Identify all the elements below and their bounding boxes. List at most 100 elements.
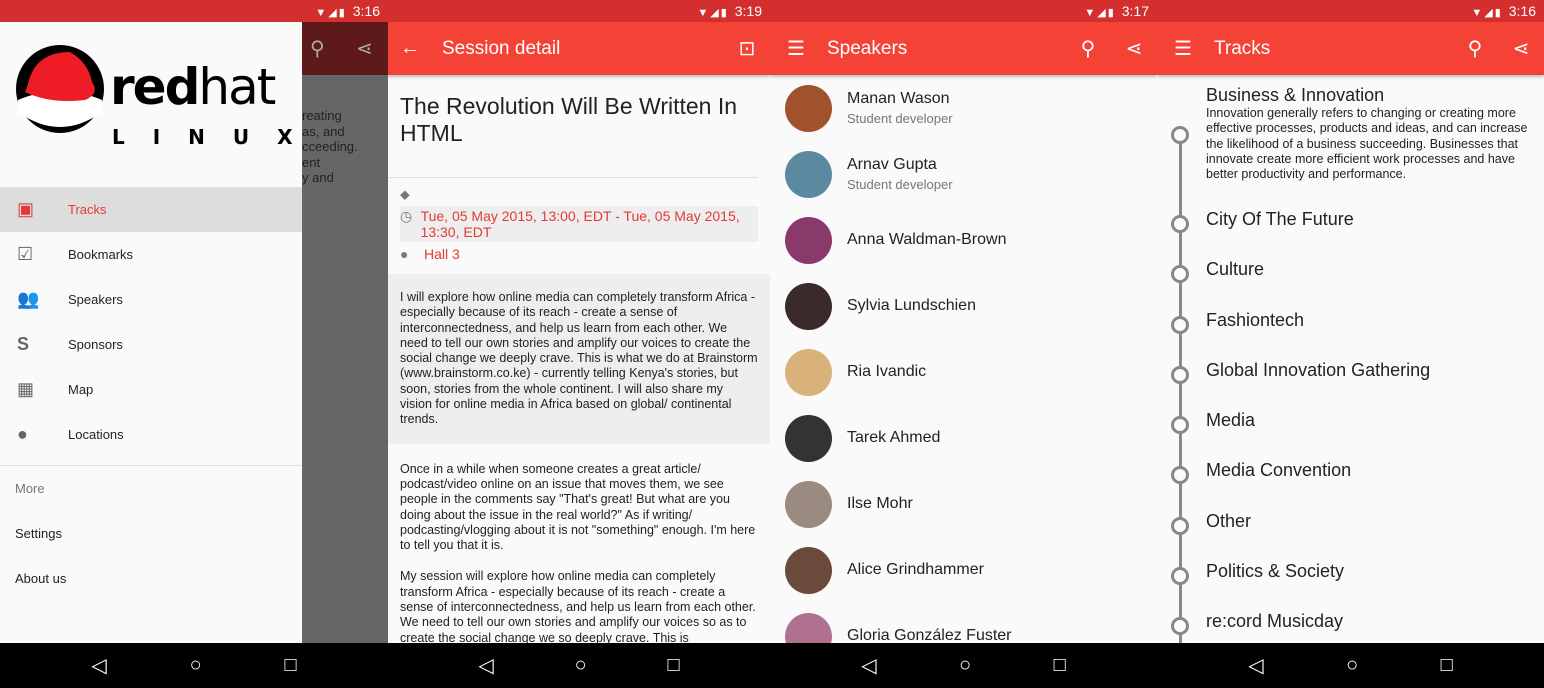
system-navbar: ◁ ○ □ xyxy=(0,643,388,688)
menu-icon[interactable]: ☰ xyxy=(1157,36,1209,61)
avatar xyxy=(785,282,832,330)
share-icon[interactable]: ⋖ xyxy=(1498,36,1544,61)
speaker-item[interactable]: Gloria González Fuster xyxy=(770,603,1157,643)
avatar xyxy=(785,612,832,643)
panel-session-detail: ▼◢▮ 3:19 ← Session detail ⊡ The Revolutio… xyxy=(388,0,770,688)
bookmark-add-icon[interactable]: ⊡ xyxy=(724,36,770,61)
search-icon[interactable]: ⚲ xyxy=(1065,36,1111,61)
more-header: More xyxy=(15,481,45,496)
status-bar: ▼◢▮ 3:19 xyxy=(388,0,770,22)
back-icon[interactable]: ◁ xyxy=(1248,653,1263,678)
recents-icon[interactable]: □ xyxy=(1054,654,1066,677)
track-name: Culture xyxy=(1206,259,1265,280)
timeline-dot xyxy=(1171,567,1189,586)
track-description: Innovation generally refers to changing … xyxy=(1206,106,1528,182)
timeline-dot xyxy=(1171,215,1189,233)
calendar-icon: ▣ xyxy=(17,199,35,219)
tag-icon: ⬥ xyxy=(400,186,410,202)
clock-icon: ◷ xyxy=(400,208,413,224)
avatar xyxy=(785,348,832,396)
signal-battery-icons: ▼◢▮ xyxy=(1471,7,1503,19)
track-item[interactable]: Politics & Society xyxy=(1157,561,1544,611)
search-icon[interactable]: ⚲ xyxy=(1452,36,1498,61)
drawer-item-bookmarks[interactable]: ☑ Bookmarks xyxy=(0,232,302,277)
speaker-item[interactable]: Alice Grindhammer xyxy=(770,537,1157,603)
home-icon[interactable]: ○ xyxy=(575,654,587,677)
drawer-item-sponsors[interactable]: S Sponsors xyxy=(0,322,302,367)
track-name: Business & Innovation xyxy=(1206,85,1385,105)
home-icon[interactable]: ○ xyxy=(190,654,202,677)
track-item[interactable]: Fashiontech xyxy=(1157,310,1544,360)
track-item[interactable]: re:cord Musicday xyxy=(1157,611,1544,643)
track-item[interactable]: Global Innovation Gathering xyxy=(1157,360,1544,410)
page-title: Tracks xyxy=(1214,37,1271,59)
drawer-item-map[interactable]: ▦ Map xyxy=(0,367,302,412)
speaker-item[interactable]: Ria Ivandic xyxy=(770,339,1157,405)
drawer-item-label: Map xyxy=(68,382,94,397)
session-datetime: Tue, 05 May 2015, 13:00, EDT - Tue, 05 M… xyxy=(420,208,740,240)
home-icon[interactable]: ○ xyxy=(959,654,971,677)
app-bar: ☰ Speakers ⚲ ⋖ xyxy=(770,22,1157,75)
speaker-name: Gloria González Fuster xyxy=(847,627,1012,643)
drawer-item-label: Bookmarks xyxy=(68,247,134,262)
drawer-item-about[interactable]: About us xyxy=(0,556,302,601)
system-navbar: ◁ ○ □ xyxy=(388,643,770,688)
back-icon[interactable]: ◁ xyxy=(478,653,493,678)
back-arrow-icon[interactable]: ← xyxy=(388,37,432,60)
clock: 3:17 xyxy=(1121,3,1149,19)
track-item[interactable]: Media xyxy=(1157,410,1544,460)
speaker-item[interactable]: Manan Wason Student developer xyxy=(770,75,1157,141)
recents-icon[interactable]: □ xyxy=(667,654,679,677)
speaker-item[interactable]: Sylvia Lundschien xyxy=(770,273,1157,339)
recents-icon[interactable]: □ xyxy=(284,654,296,677)
speaker-item[interactable]: Ilse Mohr xyxy=(770,471,1157,537)
scrim[interactable]: ⚲ ⋖ reating as, and cceeding. ent y and xyxy=(302,22,388,643)
speaker-name: Ria Ivandic xyxy=(847,363,927,380)
clock: 3:16 xyxy=(1508,3,1536,19)
timeline-dot xyxy=(1171,516,1189,535)
system-navbar: ◁ ○ □ xyxy=(770,643,1157,688)
people-icon: 👥 xyxy=(17,289,40,309)
share-icon: ⋖ xyxy=(356,38,373,60)
speaker-name: Tarek Ahmed xyxy=(847,429,941,446)
drawer-item-locations[interactable]: ● Locations xyxy=(0,412,302,457)
bookmark-check-icon: ☑ xyxy=(17,244,34,264)
system-navbar: ◁ ○ □ xyxy=(1157,643,1544,688)
session-location[interactable]: Hall 3 xyxy=(424,246,460,262)
clock: 3:19 xyxy=(734,3,762,19)
track-item[interactable]: Media Convention xyxy=(1157,460,1544,510)
drawer-item-tracks[interactable]: ▣ Tracks xyxy=(0,187,302,232)
track-item[interactable]: Business & Innovation Innovation generall… xyxy=(1157,75,1544,209)
track-name: Media xyxy=(1206,410,1256,431)
drawer-item-label: Sponsors xyxy=(68,337,123,352)
track-name: Global Innovation Gathering xyxy=(1206,359,1431,380)
track-item[interactable]: Other xyxy=(1157,511,1544,561)
speaker-item[interactable]: Arnav Gupta Student developer xyxy=(770,141,1157,207)
track-item[interactable]: Culture xyxy=(1157,259,1544,309)
redhat-logo-image: redhat LINUX xyxy=(16,45,293,149)
speaker-item[interactable]: Tarek Ahmed xyxy=(770,405,1157,471)
share-icon[interactable]: ⋖ xyxy=(1111,36,1157,61)
back-icon[interactable]: ◁ xyxy=(91,653,106,678)
location-pin-icon: ● xyxy=(400,246,409,262)
speaker-role: Student developer xyxy=(847,111,953,126)
timeline-dot xyxy=(1171,416,1189,435)
back-icon[interactable]: ◁ xyxy=(861,653,876,678)
recents-icon[interactable]: □ xyxy=(1441,654,1453,677)
drawer-item-settings[interactable]: Settings xyxy=(0,511,302,556)
menu-icon[interactable]: ☰ xyxy=(770,36,822,61)
home-icon[interactable]: ○ xyxy=(1346,654,1358,677)
svg-text:redhat: redhat xyxy=(110,58,276,116)
dollar-icon: S xyxy=(17,334,30,354)
drawer-item-speakers[interactable]: 👥 Speakers xyxy=(0,277,302,322)
navigation-drawer: redhat LINUX ▣ Tracks ☑ Bookmarks 👥 Speaker… xyxy=(0,22,302,643)
track-item[interactable]: City Of The Future xyxy=(1157,209,1544,259)
speaker-item[interactable]: Anna Waldman-Brown xyxy=(770,207,1157,273)
avatar xyxy=(785,414,832,462)
app-bar: ← Session detail ⊡ xyxy=(388,22,770,75)
behind-text: cceeding. xyxy=(302,139,358,154)
panel-tracks: ▼◢▮ 3:16 ☰ Tracks ⚲ ⋖ Business & Innovati… xyxy=(1157,0,1544,688)
avatar xyxy=(785,84,832,132)
timeline-dot xyxy=(1171,126,1189,144)
signal-battery-icons: ▼◢▮ xyxy=(697,7,729,19)
